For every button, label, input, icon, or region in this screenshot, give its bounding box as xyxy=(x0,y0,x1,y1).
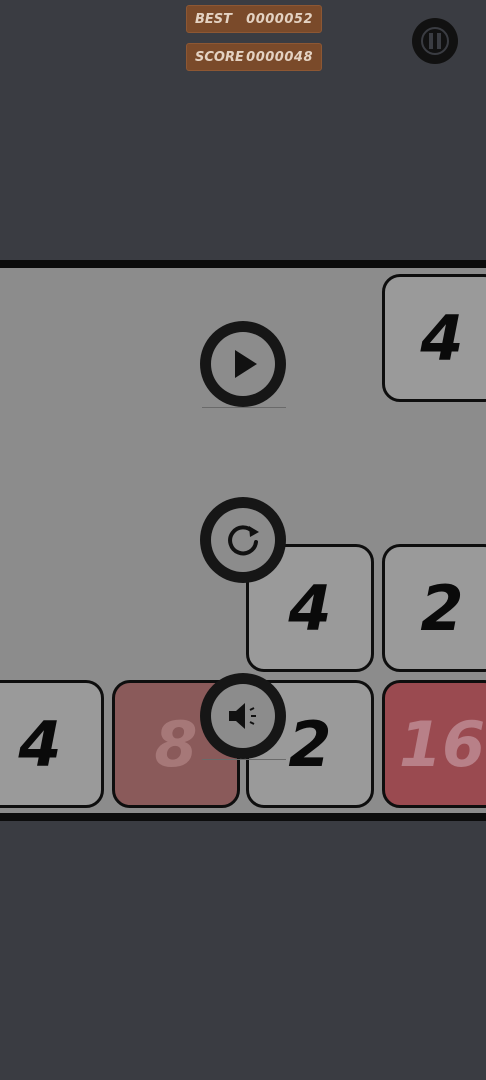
tile-value: 4 xyxy=(288,571,332,645)
score-value: 0000048 xyxy=(246,49,313,65)
play-icon xyxy=(235,350,257,378)
tile-value: 8 xyxy=(154,707,198,781)
divider xyxy=(202,407,286,408)
tile-value: 4 xyxy=(18,707,62,781)
score-label: SCORE xyxy=(195,49,244,65)
pause-button[interactable] xyxy=(412,18,458,64)
restart-button[interactable] xyxy=(200,497,286,583)
tile: 16 xyxy=(382,680,486,808)
restart-icon xyxy=(228,525,259,556)
best-score-box: BEST 0000052 xyxy=(186,5,322,33)
resume-button[interactable] xyxy=(200,321,286,407)
tile: 2 xyxy=(382,544,486,672)
divider xyxy=(202,759,286,760)
tile: 4 xyxy=(0,680,104,808)
tile: 4 xyxy=(382,274,486,402)
tile-value: 16 xyxy=(398,707,486,781)
best-value: 0000052 xyxy=(246,11,313,27)
pause-icon xyxy=(421,27,449,55)
sound-button[interactable] xyxy=(200,673,286,759)
tile-value: 2 xyxy=(288,707,332,781)
tile-value: 2 xyxy=(420,571,464,645)
tile-value: 4 xyxy=(420,301,464,375)
current-score-box: SCORE 0000048 xyxy=(186,43,322,71)
sound-icon xyxy=(229,703,256,729)
best-label: BEST xyxy=(195,11,233,27)
